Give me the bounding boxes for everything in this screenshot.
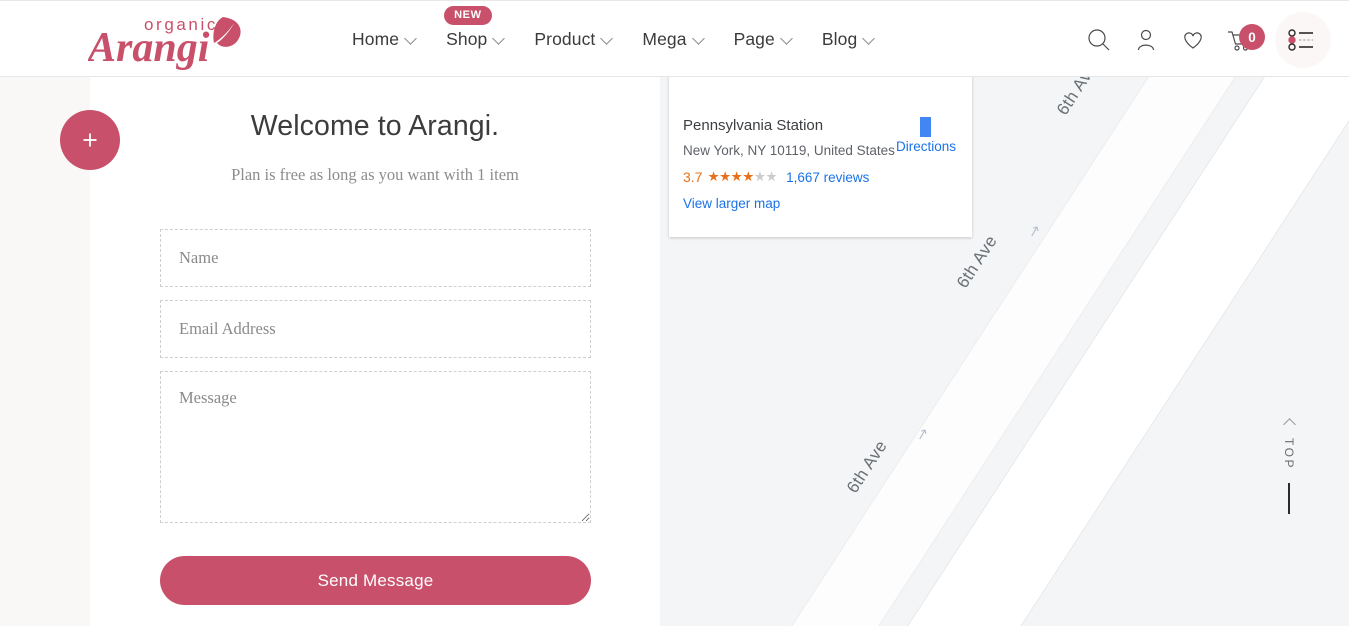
chevron-down-icon: [404, 31, 417, 45]
view-larger-map-link[interactable]: View larger map: [683, 196, 958, 211]
nav-label: Product: [534, 29, 596, 49]
message-input[interactable]: [160, 371, 591, 523]
contact-form: Send Message: [160, 229, 591, 605]
header-icon-group: 0: [1075, 1, 1265, 78]
user-glyph: [1137, 29, 1154, 50]
page-title: Welcome to Arangi.: [250, 110, 500, 142]
directions-label: Directions: [895, 139, 956, 154]
list-menu-icon: [1288, 29, 1313, 51]
search-glyph: [1087, 28, 1109, 50]
nav-item-blog[interactable]: Blog: [822, 29, 904, 50]
chevron-down-icon: [862, 31, 876, 45]
contact-panel: Welcome to Arangi. Plan is free as long …: [90, 77, 660, 626]
nav-label: Shop: [446, 29, 488, 49]
nav-label: Home: [352, 29, 400, 49]
wishlist-heart-icon[interactable]: [1169, 16, 1216, 63]
logo-graphic: organic Arangi: [88, 15, 241, 71]
shopping-cart-icon[interactable]: 0: [1216, 16, 1265, 63]
main-navigation: Home NEW Shop Product Mega Page Blog: [352, 1, 904, 78]
nav-item-page[interactable]: Page: [734, 29, 822, 50]
street-label: 6th Ave: [1052, 77, 1101, 119]
plus-icon: [83, 133, 97, 147]
scroll-to-top[interactable]: TOP: [1278, 418, 1300, 514]
svg-text:Arangi: Arangi: [88, 25, 210, 71]
list-menu-button[interactable]: [1275, 12, 1331, 68]
map-directions-button[interactable]: Directions: [896, 117, 956, 154]
chevron-down-icon: [600, 31, 614, 45]
site-header: organic Arangi Home NEW Shop Product Meg…: [0, 0, 1349, 77]
street-label: 6th Ave: [952, 232, 1001, 292]
map-info-card: Pennsylvania Station New York, NY 10119,…: [669, 77, 972, 237]
nav-label: Blog: [821, 29, 858, 49]
map-rating-stars: ★★★★★★: [707, 169, 778, 184]
chevron-up-icon: [1282, 418, 1296, 431]
chevron-down-icon: [779, 31, 793, 45]
scroll-to-top-label: TOP: [1282, 438, 1296, 470]
scroll-indicator-line: [1288, 482, 1290, 514]
cart-count-badge: 0: [1239, 24, 1265, 50]
send-message-button[interactable]: Send Message: [160, 556, 591, 605]
name-input[interactable]: [160, 229, 591, 287]
nav-item-product[interactable]: Product: [534, 29, 642, 50]
page-subtitle: Plan is free as long as you want with 1 …: [231, 165, 519, 184]
page-root: organic Arangi Home NEW Shop Product Meg…: [0, 0, 1349, 626]
nav-item-shop[interactable]: NEW Shop: [444, 6, 534, 50]
site-logo[interactable]: organic Arangi: [88, 9, 258, 71]
map-rating-score: 3.7: [683, 169, 703, 185]
nav-item-home[interactable]: Home: [352, 29, 446, 50]
map-direction-arrow-icon: ↗: [1026, 221, 1043, 242]
chevron-down-icon: [691, 31, 705, 45]
map-reviews-link[interactable]: 1,667 reviews: [786, 170, 869, 185]
add-button[interactable]: [60, 110, 120, 170]
search-icon[interactable]: [1075, 16, 1122, 63]
directions-icon: [920, 117, 932, 137]
map-area[interactable]: 6th Ave 6th Ave 6th Ave ↗ ↗ ↗ Pennsylvan…: [660, 77, 1349, 626]
nav-item-mega[interactable]: Mega: [642, 29, 733, 50]
email-input[interactable]: [160, 300, 591, 358]
new-badge: NEW: [444, 6, 492, 25]
user-account-icon[interactable]: [1122, 16, 1169, 63]
nav-label: Mega: [642, 29, 687, 49]
nav-label: Page: [733, 29, 775, 49]
chevron-down-icon: [492, 31, 506, 45]
map-rating-row: 3.7 ★★★★★★ 1,667 reviews: [683, 169, 958, 185]
heart-glyph: [1183, 31, 1202, 49]
